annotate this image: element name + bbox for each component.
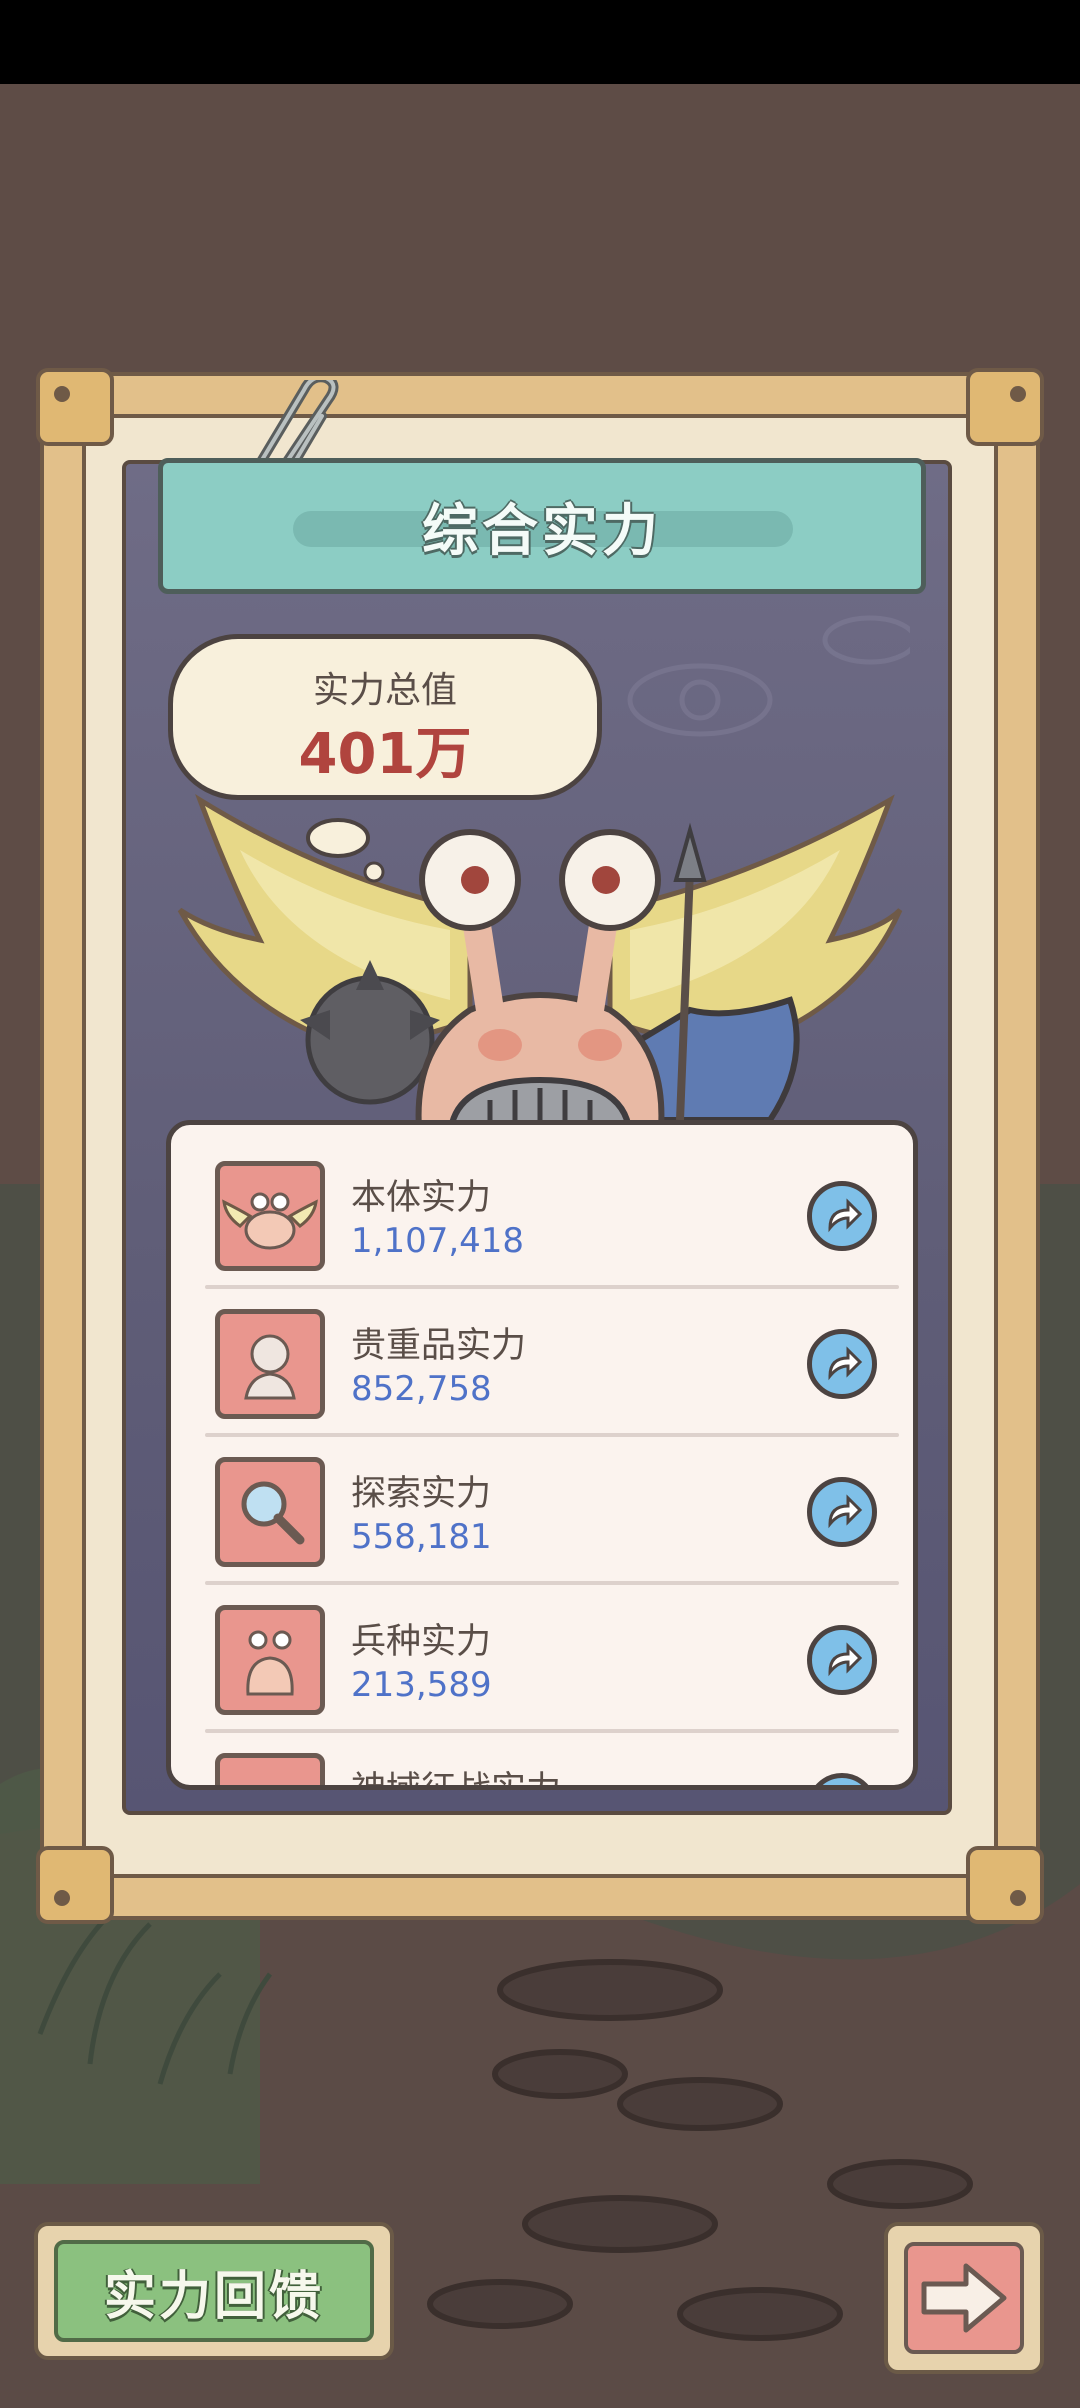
snail-soldier-icon	[215, 1605, 325, 1715]
share-arrow-icon[interactable]	[807, 1477, 877, 1547]
power-name: 本体实力	[351, 1178, 492, 1218]
list-item: 本体实力 1,107,418	[171, 1125, 913, 1289]
arrow-right-icon	[904, 2242, 1024, 2354]
bust-statue-icon	[215, 1309, 325, 1419]
power-value: 213,589	[351, 1665, 492, 1705]
corner-bracket	[966, 368, 1044, 446]
power-name: 贵重品实力	[351, 1326, 527, 1366]
corner-bracket	[36, 368, 114, 446]
list-item: 探索实力 558,181	[171, 1421, 913, 1585]
power-value: 1,107,418	[351, 1221, 525, 1261]
power-name: 神域征战实力	[351, 1770, 562, 1790]
partial-icon	[215, 1753, 325, 1785]
power-name: 兵种实力	[351, 1622, 492, 1662]
corner-bracket	[966, 1846, 1044, 1924]
power-value: 558,181	[351, 1517, 492, 1557]
share-arrow-icon[interactable]	[807, 1773, 877, 1785]
power-value: 852,758	[351, 1369, 492, 1409]
status-bar	[0, 0, 1080, 84]
share-arrow-icon[interactable]	[807, 1181, 877, 1251]
title-banner: 综合实力	[158, 458, 926, 594]
magnifier-icon	[215, 1457, 325, 1567]
share-arrow-icon[interactable]	[807, 1625, 877, 1695]
power-list[interactable]: 本体实力 1,107,418 贵重品实力 852,758 探索实力 558,18…	[166, 1120, 918, 1790]
winged-snail-icon	[215, 1161, 325, 1271]
panel-title: 综合实力	[422, 498, 662, 564]
total-power-value: 401万	[298, 722, 472, 787]
share-arrow-icon[interactable]	[807, 1329, 877, 1399]
corner-bracket	[36, 1846, 114, 1924]
list-item: 神域征战实力	[171, 1717, 913, 1790]
power-feedback-label: 实力回馈	[54, 2240, 374, 2342]
next-button[interactable]	[884, 2222, 1044, 2374]
power-name: 探索实力	[351, 1474, 492, 1514]
power-feedback-button[interactable]: 实力回馈	[34, 2222, 394, 2360]
list-item: 兵种实力 213,589	[171, 1569, 913, 1733]
total-power-bubble: 实力总值 401万	[168, 634, 602, 800]
total-power-label: 实力总值	[312, 670, 457, 711]
list-item: 贵重品实力 852,758	[171, 1273, 913, 1437]
